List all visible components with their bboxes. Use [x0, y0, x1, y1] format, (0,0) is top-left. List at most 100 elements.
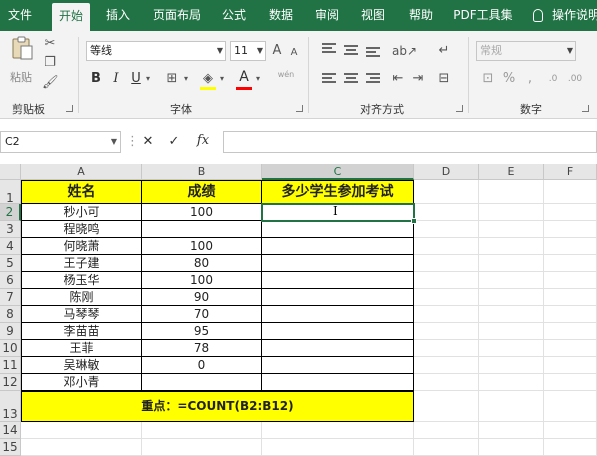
- empty-cell[interactable]: [544, 221, 597, 238]
- cell-name[interactable]: 陈刚: [21, 289, 142, 306]
- empty-cell[interactable]: [544, 439, 597, 456]
- paste-icon[interactable]: [10, 35, 34, 61]
- row-header-7[interactable]: 7: [0, 289, 21, 306]
- row-header-6[interactable]: 6: [0, 272, 21, 289]
- empty-cell[interactable]: [414, 238, 479, 255]
- cell-score[interactable]: 78: [142, 340, 262, 357]
- empty-cell[interactable]: [479, 323, 544, 340]
- cell-name[interactable]: 吴琳敏: [21, 357, 142, 374]
- row-header-13[interactable]: 13: [0, 391, 21, 422]
- column-header-e[interactable]: E: [479, 164, 544, 180]
- cell-name[interactable]: 邓小青: [21, 374, 142, 391]
- empty-cell[interactable]: [479, 340, 544, 357]
- row-header-10[interactable]: 10: [0, 340, 21, 357]
- font-color-icon[interactable]: A: [236, 69, 252, 85]
- empty-cell[interactable]: [414, 255, 479, 272]
- row-header-12[interactable]: 12: [0, 374, 21, 391]
- formula-bar-grip[interactable]: ⋮: [126, 134, 139, 150]
- fill-color-icon[interactable]: ◈: [200, 71, 216, 87]
- cell-score[interactable]: 70: [142, 306, 262, 323]
- chevron-down-icon[interactable]: ▾: [218, 71, 226, 87]
- row-header-8[interactable]: 8: [0, 306, 21, 323]
- empty-cell[interactable]: [479, 272, 544, 289]
- insert-function-icon[interactable]: fx: [194, 133, 212, 149]
- cell-score[interactable]: [142, 221, 262, 238]
- grow-font-icon[interactable]: A: [270, 43, 284, 59]
- column-header-f[interactable]: F: [544, 164, 597, 180]
- column-header-b[interactable]: B: [142, 164, 262, 180]
- chevron-down-icon[interactable]: ▾: [182, 71, 190, 87]
- empty-cell[interactable]: [21, 439, 142, 456]
- column-header-a[interactable]: A: [21, 164, 142, 180]
- select-all-button[interactable]: [0, 164, 21, 180]
- empty-cell[interactable]: [479, 374, 544, 391]
- empty-cell[interactable]: [544, 289, 597, 306]
- number-launcher-icon[interactable]: [582, 105, 589, 112]
- chevron-down-icon[interactable]: ▾: [144, 71, 152, 87]
- row-header-3[interactable]: 3: [0, 221, 21, 238]
- cell-name[interactable]: 王菲: [21, 340, 142, 357]
- empty-cell[interactable]: [479, 180, 544, 204]
- tab-pdf-tools[interactable]: PDF工具集: [448, 0, 518, 31]
- cell-name[interactable]: 马琴琴: [21, 306, 142, 323]
- empty-cell[interactable]: [544, 204, 597, 221]
- paste-label[interactable]: 粘贴: [10, 69, 32, 85]
- cell-count[interactable]: [262, 306, 414, 323]
- empty-cell[interactable]: [414, 221, 479, 238]
- row-header-9[interactable]: 9: [0, 323, 21, 340]
- empty-cell[interactable]: [544, 391, 597, 422]
- tab-help[interactable]: 帮助: [402, 0, 440, 31]
- empty-cell[interactable]: [414, 357, 479, 374]
- cell-score[interactable]: 90: [142, 289, 262, 306]
- cell-count[interactable]: [262, 340, 414, 357]
- underline-button[interactable]: U: [130, 71, 142, 87]
- format-painter-icon[interactable]: 🖌: [42, 75, 59, 91]
- decrease-indent-icon[interactable]: ⇤: [390, 71, 406, 87]
- cell-name[interactable]: 李苗苗: [21, 323, 142, 340]
- empty-cell[interactable]: [262, 439, 414, 456]
- empty-cell[interactable]: [262, 422, 414, 439]
- empty-cell[interactable]: [544, 374, 597, 391]
- cell-name[interactable]: 杨玉华: [21, 272, 142, 289]
- bold-button[interactable]: B: [90, 71, 102, 87]
- cut-icon[interactable]: ✂: [42, 36, 58, 52]
- wrap-text-icon[interactable]: ↵: [436, 43, 452, 59]
- empty-cell[interactable]: [414, 180, 479, 204]
- orientation-icon[interactable]: ab↗: [392, 43, 417, 59]
- tab-formulas[interactable]: 公式: [216, 0, 252, 31]
- font-name-select[interactable]: 等线 ▼: [86, 41, 226, 61]
- empty-cell[interactable]: [142, 439, 262, 456]
- cell-name[interactable]: 程晓鸣: [21, 221, 142, 238]
- empty-cell[interactable]: [479, 357, 544, 374]
- tab-view[interactable]: 视图: [354, 0, 392, 31]
- italic-button[interactable]: I: [110, 71, 122, 87]
- cell-score[interactable]: 100: [142, 238, 262, 255]
- empty-cell[interactable]: [479, 289, 544, 306]
- chevron-down-icon[interactable]: ▼: [111, 132, 117, 152]
- cell-count[interactable]: [262, 374, 414, 391]
- cell-b1-header-score[interactable]: 成绩: [142, 180, 262, 204]
- column-header-d[interactable]: D: [414, 164, 479, 180]
- tab-tell-me[interactable]: 操作说明: [552, 0, 597, 31]
- decrease-decimal-icon[interactable]: .00: [566, 71, 584, 87]
- empty-cell[interactable]: [414, 289, 479, 306]
- chevron-down-icon[interactable]: ▾: [254, 71, 262, 87]
- cell-a1-header-name[interactable]: 姓名: [21, 180, 142, 204]
- empty-cell[interactable]: [544, 323, 597, 340]
- empty-cell[interactable]: [544, 272, 597, 289]
- cell-count[interactable]: [262, 289, 414, 306]
- cell-count[interactable]: [262, 255, 414, 272]
- formula-input[interactable]: [223, 131, 597, 153]
- cell-count[interactable]: [262, 221, 414, 238]
- row-header-5[interactable]: 5: [0, 255, 21, 272]
- cell-name[interactable]: 何晓萧: [21, 238, 142, 255]
- name-box[interactable]: C2 ▼: [0, 131, 121, 153]
- empty-cell[interactable]: [544, 255, 597, 272]
- empty-cell[interactable]: [414, 204, 479, 221]
- cell-a13-note[interactable]: 重点：=COUNT(B2:B12): [21, 391, 414, 422]
- cell-score[interactable]: 80: [142, 255, 262, 272]
- cell-score[interactable]: [142, 374, 262, 391]
- cell-count[interactable]: [262, 272, 414, 289]
- empty-cell[interactable]: [479, 255, 544, 272]
- empty-cell[interactable]: [479, 221, 544, 238]
